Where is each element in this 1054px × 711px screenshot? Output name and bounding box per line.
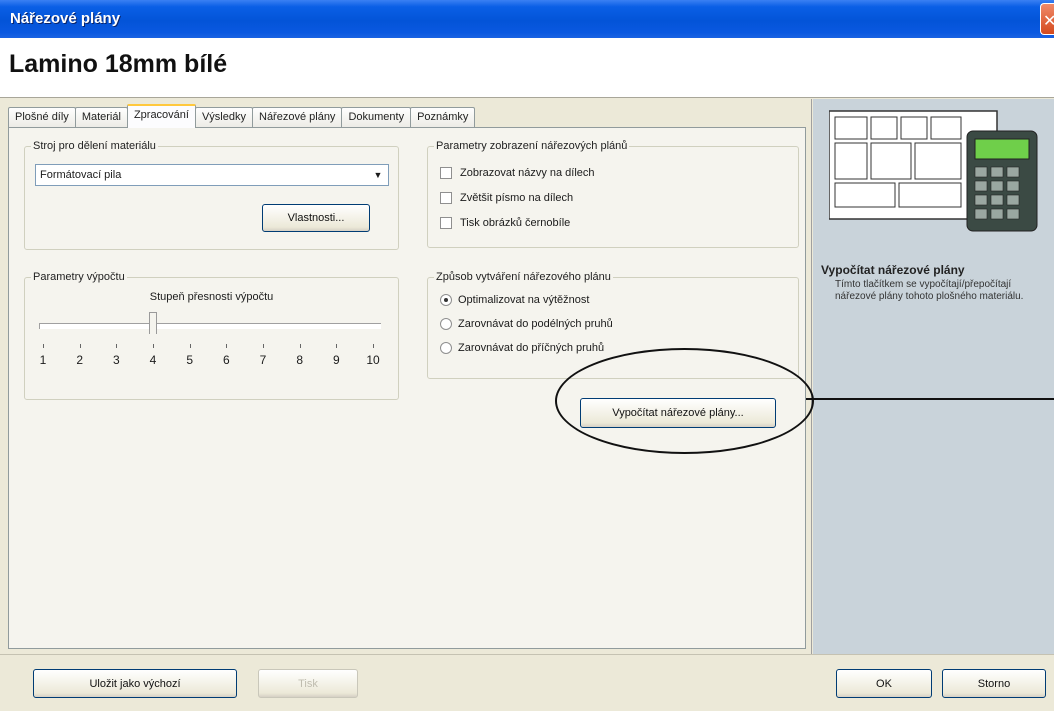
slider-tick-label: 4	[149, 353, 157, 367]
precision-slider-thumb[interactable]	[149, 312, 157, 334]
slider-tick	[263, 344, 264, 348]
properties-button[interactable]: Vlastnosti...	[262, 204, 370, 232]
display-params-legend: Parametry zobrazení nářezových plánů	[436, 140, 628, 152]
checkbox-label: Zobrazovat názvy na dílech	[460, 167, 595, 179]
tab-dokumenty[interactable]: Dokumenty	[341, 107, 412, 128]
display-params-group: Parametry zobrazení nářezových plánů Zob…	[427, 140, 799, 248]
checkbox-box[interactable]	[440, 167, 452, 179]
slider-tick	[336, 344, 338, 348]
slider-tick-label: 7	[259, 353, 267, 367]
title-bar[interactable]: Nářezové plány ✕	[0, 0, 1054, 38]
machine-group: Stroj pro dělení materiálu Formátovací p…	[24, 140, 399, 250]
slider-tick-label: 9	[332, 353, 340, 367]
tab-plosne-dily[interactable]: Plošné díly	[8, 107, 76, 128]
tab-zpracovani[interactable]: Zpracování	[126, 104, 196, 128]
machine-select-value: Formátovací pila	[40, 169, 122, 181]
slider-tick-label: 6	[222, 353, 230, 367]
tab-narezove-plany[interactable]: Nářezové plány	[252, 107, 343, 128]
window-title: Nářezové plány	[10, 10, 121, 27]
precision-caption: Stupeň přesnosti výpočtu	[149, 291, 274, 303]
radio-label: Optimalizovat na výtěžnost	[458, 294, 590, 306]
print-button[interactable]: Tisk	[258, 669, 358, 698]
slider-tick	[116, 344, 118, 348]
checkbox-label: Tisk obrázků černobíle	[460, 217, 571, 229]
help-description: Tímto tlačítkem se vypočítají/přepočítaj…	[835, 279, 1024, 302]
close-icon: ✕	[1043, 13, 1054, 30]
tab-poznamky[interactable]: Poznámky	[410, 107, 476, 128]
checkbox-box[interactable]	[440, 217, 452, 229]
slider-tick-label: 5	[186, 353, 193, 367]
tab-vysledky[interactable]: Výsledky	[194, 107, 253, 128]
checkbox-enlarge-font[interactable]: Zvětšit písmo na dílech	[440, 189, 573, 207]
cancel-button[interactable]: Storno	[942, 669, 1046, 698]
slider-tick	[189, 344, 191, 348]
slider-tick-label: 3	[112, 353, 120, 367]
calc-params-legend: Parametry výpočtu	[33, 271, 125, 283]
radio-label: Zarovnávat do podélných pruhů	[458, 318, 613, 330]
slider-tick-label: 10	[366, 353, 380, 367]
slider-tick	[299, 344, 301, 348]
slider-tick	[373, 344, 374, 348]
checkbox-box[interactable]	[440, 192, 452, 204]
radio-button[interactable]	[440, 294, 452, 306]
button-bar: Uložit jako výchozí Tisk OK Storno	[0, 654, 1054, 711]
plan-method-legend: Způsob vytváření nářezového plánu	[436, 271, 611, 283]
annotation-ellipse	[555, 348, 814, 454]
radio-label: Zarovnávat do příčných pruhů	[458, 342, 605, 354]
material-heading: Lamino 18mm bílé	[9, 50, 228, 78]
header-band: Lamino 18mm bílé	[0, 38, 1054, 98]
radio-button[interactable]	[440, 318, 452, 330]
precision-slider-track[interactable]	[39, 323, 381, 329]
help-title: Vypočítat nářezové plány	[821, 263, 965, 277]
cutting-plan-calculator-illustration	[829, 110, 1038, 232]
slider-tick	[153, 344, 154, 348]
radio-transverse-strips[interactable]: Zarovnávat do příčných pruhů	[440, 339, 604, 357]
slider-tick-label: 8	[296, 353, 303, 367]
machine-group-legend: Stroj pro dělení materiálu	[33, 140, 156, 152]
help-side-panel: Vypočítat nářezové plány Tímto tlačítkem…	[813, 99, 1054, 654]
radio-longitudinal-strips[interactable]: Zarovnávat do podélných pruhů	[440, 315, 613, 333]
dialog-window: Nářezové plány ✕ Lamino 18mm bílé Plošné…	[0, 0, 1054, 711]
ok-button[interactable]: OK	[836, 669, 932, 698]
slider-tick-label: 2	[76, 353, 83, 367]
checkbox-bw-print[interactable]: Tisk obrázků černobíle	[440, 214, 570, 232]
chevron-down-icon[interactable]: ▼	[369, 166, 387, 184]
calc-params-group: Parametry výpočtu Stupeň přesnosti výpoč…	[24, 271, 399, 400]
tab-material[interactable]: Materiál	[74, 107, 128, 128]
slider-tick	[226, 344, 228, 348]
slider-tick	[43, 344, 44, 348]
radio-button[interactable]	[440, 342, 452, 354]
machine-select[interactable]: Formátovací pila ▼	[35, 164, 389, 186]
annotation-line	[806, 398, 1054, 400]
close-button[interactable]: ✕	[1040, 3, 1054, 35]
checkbox-show-names[interactable]: Zobrazovat názvy na dílech	[440, 164, 595, 182]
radio-optimize-yield[interactable]: Optimalizovat na výtěžnost	[440, 291, 589, 309]
slider-tick-label: 1	[39, 353, 47, 367]
save-default-button[interactable]: Uložit jako výchozí	[33, 669, 237, 698]
checkbox-label: Zvětšit písmo na dílech	[460, 192, 574, 204]
slider-tick	[79, 344, 81, 348]
tab-strip: Plošné díly Materiál Zpracování Výsledky…	[8, 104, 476, 128]
